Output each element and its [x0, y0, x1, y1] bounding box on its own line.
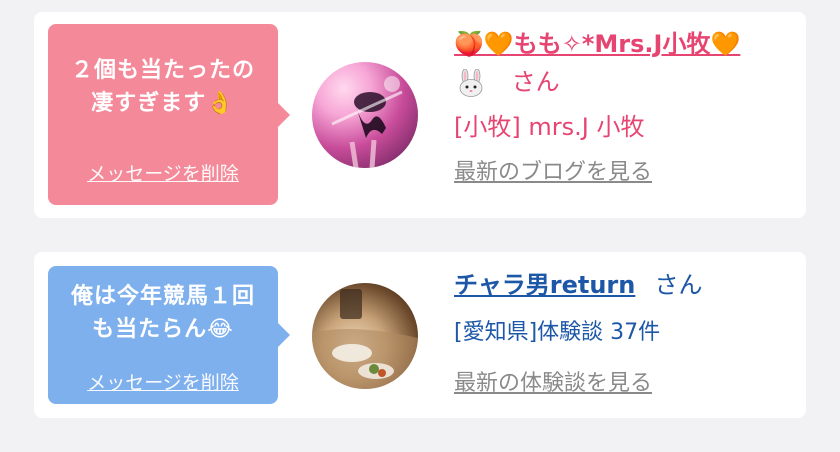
rabbit-icon [459, 69, 483, 97]
message-line: 凄すぎます👌 [91, 91, 235, 116]
user-name-row: チャラ男return さん [454, 268, 796, 305]
user-name-link[interactable]: チャラ男return [454, 271, 635, 299]
delete-message-link[interactable]: メッセージを削除 [48, 159, 278, 186]
avatar[interactable] [312, 62, 418, 168]
user-name-link[interactable]: 🍑🧡もも✧*Mrs.J小牧🧡 [454, 28, 796, 60]
honorific: さん [654, 271, 703, 299]
user-subtitle: [小牧] mrs.J 小牧 [454, 113, 645, 141]
latest-blog-link[interactable]: 最新のブログを見る [454, 158, 652, 188]
message-bubble: 俺は今年競馬１回 も当たらん😂 メッセージを削除 [48, 266, 290, 404]
delete-message-link[interactable]: メッセージを削除 [48, 368, 278, 395]
avatar-image [331, 76, 403, 168]
latest-report-link[interactable]: 最新の体験談を見る [454, 369, 652, 399]
avatar-image [312, 289, 418, 389]
honorific: さん [511, 68, 560, 96]
user-info: 🍑🧡もも✧*Mrs.J小牧🧡 さん [小牧] mrs.J 小牧 最新のブログを見… [454, 28, 796, 188]
honorific-row: さん [454, 60, 796, 104]
message-line: も当たらん😂 [92, 317, 234, 342]
user-subtitle: [愛知県]体験談 37件 [454, 320, 661, 345]
message-text: 俺は今年競馬１回 も当たらん😂 [56, 280, 270, 346]
message-line: 俺は今年競馬１回 [70, 284, 255, 309]
message-line: ２個も当たったの [70, 58, 255, 83]
message-text: ２個も当たったの 凄すぎます👌 [56, 54, 270, 120]
user-info: チャラ男return さん [愛知県]体験談 37件 最新の体験談を見る [454, 268, 796, 399]
avatar[interactable] [312, 283, 418, 389]
message-card: ２個も当たったの 凄すぎます👌 メッセージを削除 🍑🧡もも✧*Mrs.J小牧🧡 [34, 12, 806, 218]
message-bubble: ２個も当たったの 凄すぎます👌 メッセージを削除 [48, 24, 290, 205]
message-card: 俺は今年競馬１回 も当たらん😂 メッセージを削除 チャラ男return さん [… [34, 252, 806, 418]
